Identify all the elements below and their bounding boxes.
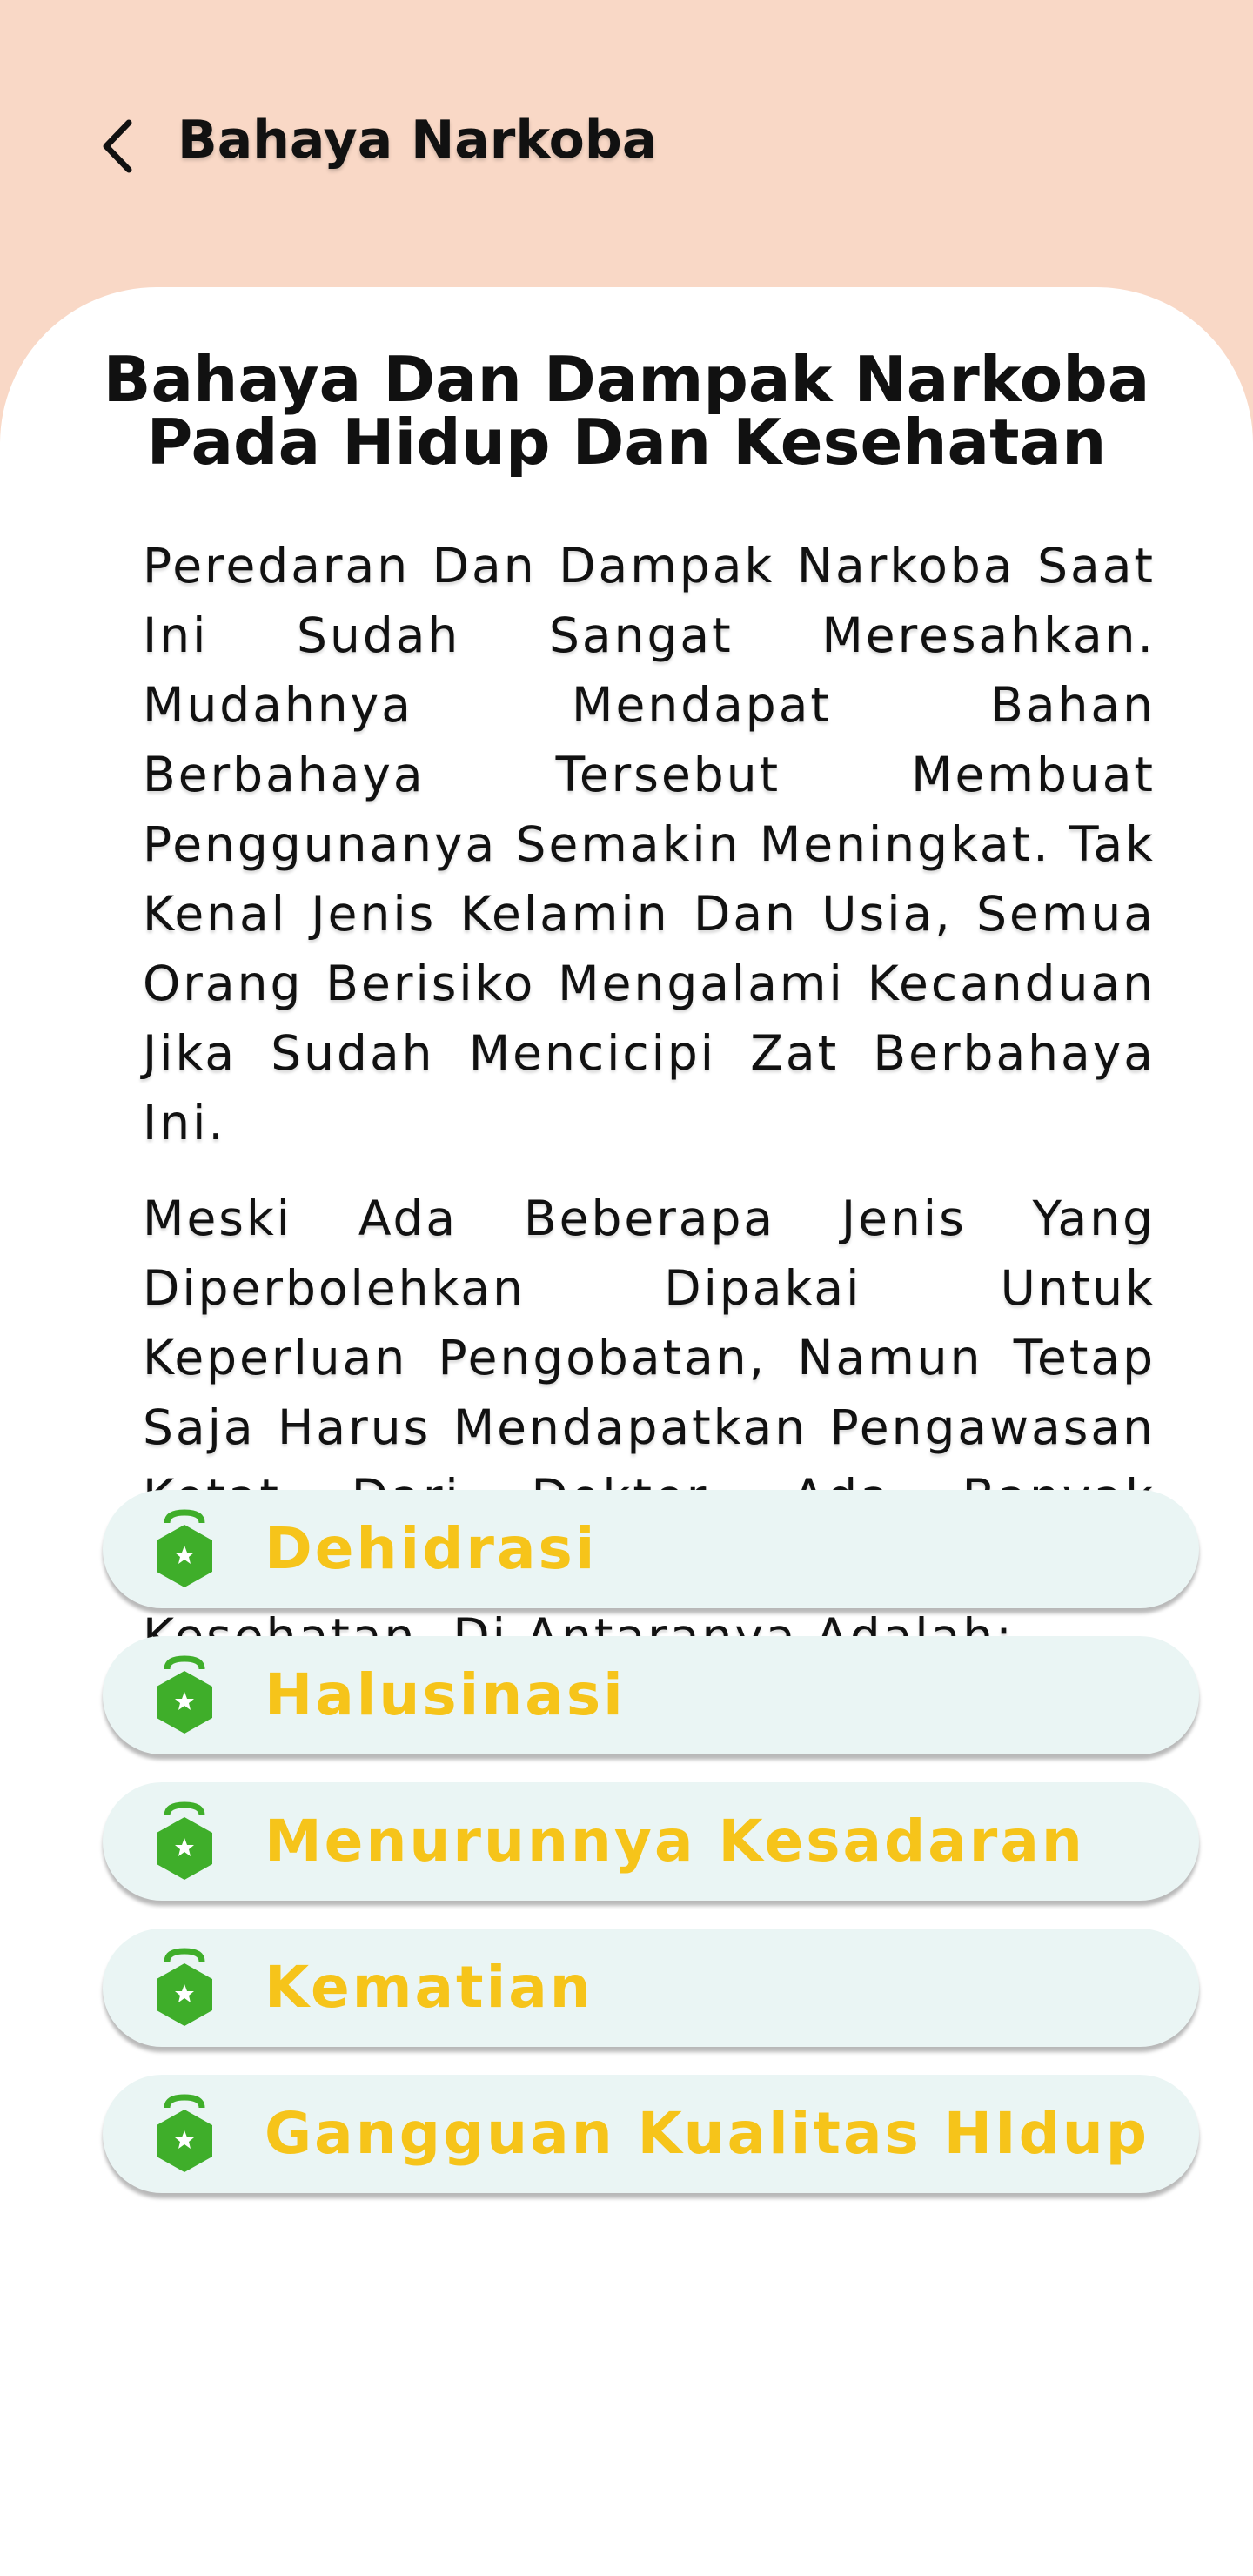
danger-label: Dehidrasi xyxy=(265,1515,598,1582)
page-title: Bahaya Narkoba xyxy=(178,110,658,171)
content-card: Bahaya Dan Dampak Narkoba Pada Hidup Dan… xyxy=(0,287,1253,2576)
article-heading: Bahaya Dan Dampak Narkoba Pada Hidup Dan… xyxy=(103,343,1150,479)
green-badge-icon xyxy=(157,1801,212,1880)
danger-item-kematian[interactable]: Kematian xyxy=(103,1929,1199,2047)
danger-item-halusinasi[interactable]: Halusinasi xyxy=(103,1636,1199,1754)
green-badge-icon xyxy=(157,1509,212,1587)
green-badge-icon xyxy=(157,1948,212,2026)
article-paragraph-1: Peredaran Dan Dampak Narkoba Saat Ini Su… xyxy=(143,538,1156,1150)
danger-label: Gangguan Kualitas HIdup xyxy=(265,2100,1150,2167)
chevron-left-icon xyxy=(103,119,132,173)
danger-item-dehidrasi[interactable]: Dehidrasi xyxy=(103,1490,1199,1608)
danger-label: Halusinasi xyxy=(265,1661,626,1728)
dangers-list: Dehidrasi Halusinasi Menurunnya Kesadara… xyxy=(103,1490,1199,2221)
danger-label: Kematian xyxy=(265,1954,593,2021)
danger-label: Menurunnya Kesadaran xyxy=(265,1808,1085,1875)
back-button[interactable] xyxy=(87,111,148,181)
green-badge-icon xyxy=(157,1655,212,1734)
danger-item-menurunnya-kesadaran[interactable]: Menurunnya Kesadaran xyxy=(103,1782,1199,1901)
danger-item-gangguan-kualitas-hidup[interactable]: Gangguan Kualitas HIdup xyxy=(103,2075,1199,2193)
app-header: Bahaya Narkoba xyxy=(0,0,1253,296)
green-badge-icon xyxy=(157,2094,212,2172)
